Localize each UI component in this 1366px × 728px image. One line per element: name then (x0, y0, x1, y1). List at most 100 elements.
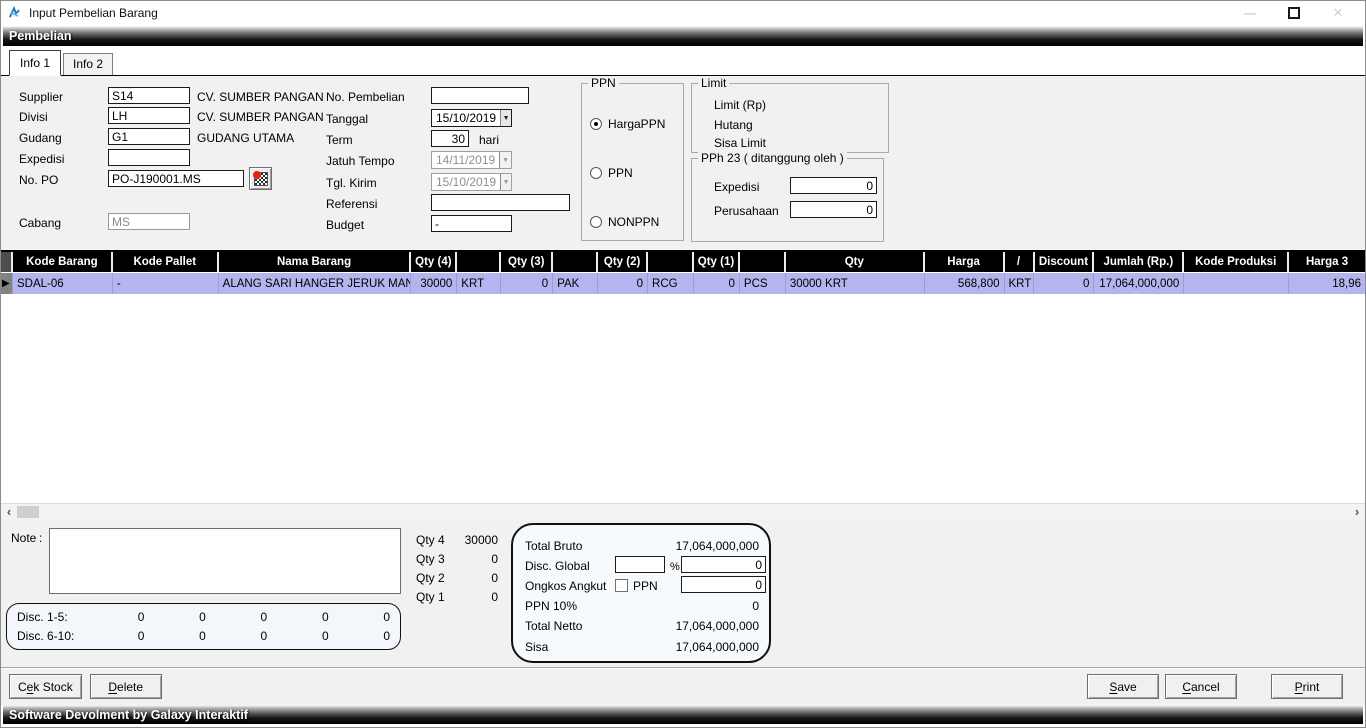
cell-discount[interactable]: 0 (1034, 273, 1094, 294)
minimize-icon[interactable]: — (1243, 6, 1257, 20)
grid-header-kode-pallet[interactable]: Kode Pallet (113, 252, 219, 272)
cell-qty[interactable]: 30000 KRT (786, 273, 925, 294)
grid-header-jumlah[interactable]: Jumlah (Rp.) (1094, 252, 1184, 272)
chevron-down-icon[interactable]: ▼ (500, 110, 511, 126)
grid-header-qty2[interactable]: Qty (2) (598, 252, 648, 272)
cancel-button[interactable]: Cancel (1165, 674, 1237, 699)
note-textarea[interactable] (49, 528, 401, 594)
form-area: Supplier CV. SUMBER PANGAN Divisi CV. SU… (1, 76, 1365, 250)
ongkos-angkut-label: Ongkos Angkut (525, 579, 606, 593)
cell-kode-produksi[interactable] (1184, 273, 1289, 294)
referensi-label: Referensi (326, 197, 377, 211)
grid-header-kode-barang[interactable]: Kode Barang (13, 252, 113, 272)
cell-unit3[interactable]: PAK (553, 273, 598, 294)
radio-icon (590, 167, 602, 179)
tgl-kirim-label: Tgl. Kirim (326, 176, 377, 190)
grid-header-unit3[interactable] (553, 252, 598, 272)
app-icon (7, 5, 23, 21)
section-header: Pembelian (3, 26, 1363, 46)
grid-header-per[interactable]: / (1005, 252, 1035, 272)
grid-header-unit1[interactable] (740, 252, 786, 272)
no-pembelian-label: No. Pembelian (326, 90, 405, 104)
disc-global-value-input[interactable] (681, 556, 766, 573)
grid-header-kode-produksi[interactable]: Kode Produksi (1184, 252, 1289, 272)
tab-info-2[interactable]: Info 2 (63, 53, 113, 75)
divisi-input[interactable] (108, 107, 190, 124)
radio-nonppn[interactable]: NONPPN (590, 215, 659, 229)
tab-info-1[interactable]: Info 1 (9, 50, 61, 76)
cell-qty1[interactable]: 0 (694, 273, 740, 294)
limit-rp-label: Limit (Rp) (714, 98, 766, 112)
disc-value: 0 (83, 629, 144, 643)
grid-header-indicator (1, 252, 13, 272)
cell-unit4[interactable]: KRT (457, 273, 501, 294)
cell-jumlah[interactable]: 17,064,000,000 (1094, 273, 1184, 294)
horizontal-scrollbar[interactable]: ‹ › (1, 503, 1365, 519)
pph-perusahaan-input[interactable] (790, 201, 877, 218)
term-label: Term (326, 133, 353, 147)
gudang-input[interactable] (108, 128, 190, 145)
no-po-input[interactable] (108, 170, 244, 187)
ongkos-angkut-input[interactable] (681, 576, 766, 593)
supplier-input[interactable] (108, 87, 190, 104)
cell-per[interactable]: KRT (1005, 273, 1035, 294)
delete-button[interactable]: Delete (90, 674, 162, 699)
scrollbar-thumb[interactable] (17, 506, 39, 518)
disc-value: 0 (329, 610, 390, 624)
grid-header-nama-barang[interactable]: Nama Barang (219, 252, 412, 272)
grid-header-discount[interactable]: Discount (1035, 252, 1095, 272)
scroll-right-icon[interactable]: › (1349, 505, 1365, 519)
radio-ppn[interactable]: PPN (590, 166, 633, 180)
cabang-label: Cabang (19, 216, 61, 230)
term-input[interactable] (431, 130, 469, 147)
scroll-left-icon[interactable]: ‹ (1, 505, 17, 519)
save-button[interactable]: Save (1087, 674, 1159, 699)
limit-groupbox: Limit Limit (Rp) Hutang Sisa Limit (691, 83, 889, 153)
cell-kode-pallet[interactable]: - (113, 273, 219, 294)
radio-hargappn[interactable]: HargaPPN (590, 117, 665, 131)
budget-input[interactable] (431, 215, 512, 232)
cell-nama-barang[interactable]: ALANG SARI HANGER JERUK MANIS (219, 273, 412, 294)
grid-header-qty3[interactable]: Qty (3) (501, 252, 553, 272)
cell-qty2[interactable]: 0 (598, 273, 648, 294)
grid-header-qty4[interactable]: Qty (4) (411, 252, 457, 272)
grid-row[interactable]: ▶ SDAL-06 - ALANG SARI HANGER JERUK MANI… (1, 272, 1365, 294)
cell-harga3[interactable]: 18,96 (1289, 273, 1365, 294)
restore-icon[interactable] (1287, 6, 1301, 20)
grid-header-harga3[interactable]: Harga 3 (1289, 252, 1365, 272)
close-icon[interactable]: ✕ (1331, 6, 1345, 20)
grid-header-unit4[interactable] (457, 252, 501, 272)
qty1-summary-value: 0 (433, 590, 498, 604)
cell-kode-barang[interactable]: SDAL-06 (13, 273, 113, 294)
total-bruto-value: 17,064,000,000 (676, 539, 759, 553)
ppn-checkbox[interactable] (615, 579, 628, 592)
term-suffix-label: hari (479, 133, 499, 147)
cell-harga[interactable]: 568,800 (925, 273, 1005, 294)
tanggal-combo[interactable]: 15/10/2019 ▼ (431, 109, 512, 127)
tanggal-value: 15/10/2019 (432, 111, 500, 125)
grid-header-qty1[interactable]: Qty (1) (694, 252, 740, 272)
cell-qty4[interactable]: 30000 (411, 273, 457, 294)
expedisi-input[interactable] (108, 149, 190, 166)
cell-unit1[interactable]: PCS (740, 273, 786, 294)
grid-header-qty[interactable]: Qty (786, 252, 925, 272)
grid-header-harga[interactable]: Harga (925, 252, 1005, 272)
pph-expedisi-input[interactable] (790, 177, 877, 194)
cek-stock-button[interactable]: Cek Stock (9, 674, 82, 699)
status-bar: Software Devolment by Galaxy Interaktif (3, 705, 1363, 724)
disc-value: 0 (83, 610, 144, 624)
bottom-summary-area: Note : Disc. 1-5: 0 0 0 0 0 Disc. 6-10: … (1, 519, 1365, 667)
disc-value: 0 (267, 629, 328, 643)
no-pembelian-input[interactable] (431, 87, 529, 104)
cell-unit2[interactable]: RCG (648, 273, 694, 294)
radio-icon (590, 216, 602, 228)
disc-global-pct-input[interactable] (615, 556, 665, 573)
cell-qty3[interactable]: 0 (501, 273, 553, 294)
ppn10-label: PPN 10% (525, 599, 577, 613)
po-lookup-button[interactable] (249, 167, 272, 190)
total-netto-label: Total Netto (525, 619, 582, 633)
referensi-input[interactable] (431, 194, 570, 211)
jatuh-tempo-label: Jatuh Tempo (326, 154, 395, 168)
grid-header-unit2[interactable] (648, 252, 694, 272)
print-button[interactable]: Print (1271, 674, 1343, 699)
